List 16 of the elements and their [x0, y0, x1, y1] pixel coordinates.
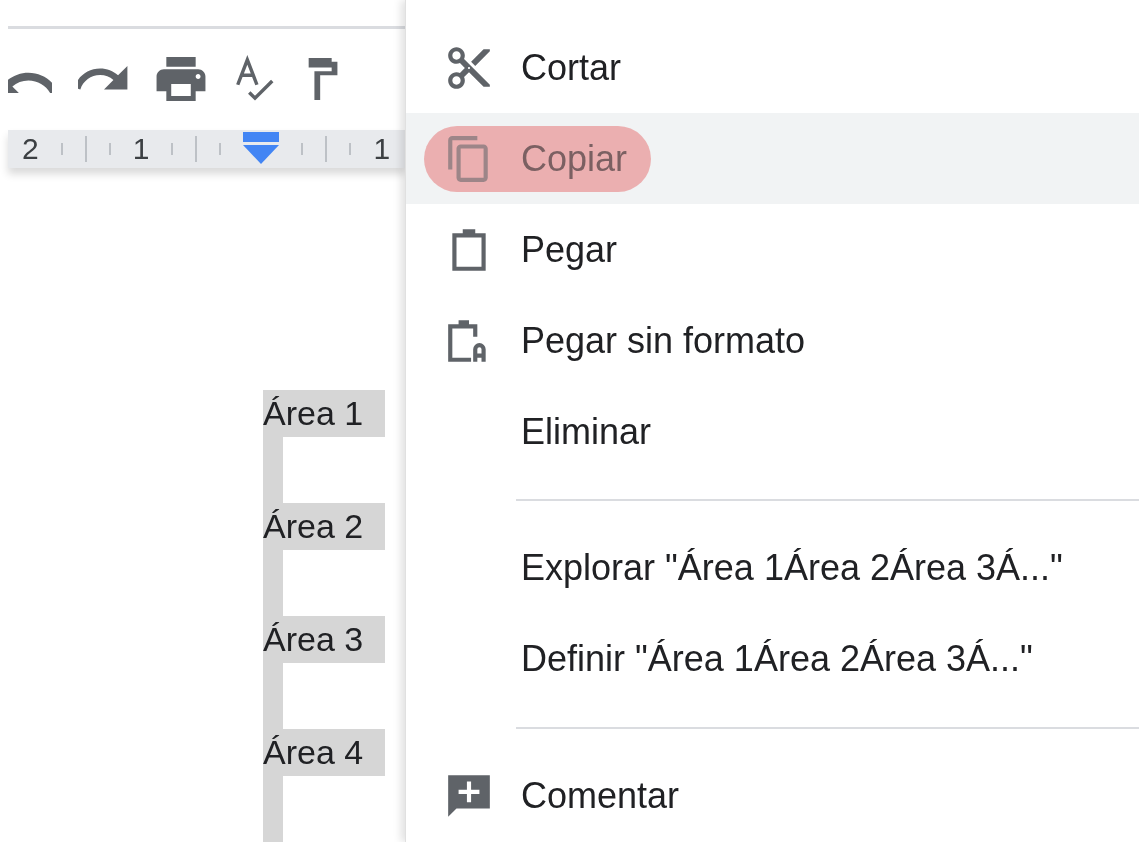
- ruler-number: 1: [373, 131, 391, 166]
- selected-text: Área 4: [263, 729, 386, 776]
- menu-item[interactable]: Comentar: [406, 750, 1139, 842]
- menu-item[interactable]: Pegar: [406, 204, 1139, 295]
- ruler-number: 2: [22, 131, 39, 166]
- indent-marker-icon[interactable]: [243, 131, 280, 166]
- selected-text: Área 3: [263, 616, 386, 663]
- menu-item[interactable]: Definir "Área 1Área 2Área 3Á...": [406, 614, 1139, 705]
- menu-item[interactable]: Cortar: [406, 22, 1139, 113]
- menu-item[interactable]: Pegar sin formato: [406, 295, 1139, 386]
- ruler-number: 1: [132, 131, 150, 166]
- selected-text: Área 2: [263, 503, 386, 550]
- menu-item[interactable]: Eliminar: [406, 386, 1139, 477]
- menu-item[interactable]: Explorar "Área 1Área 2Área 3Á...": [406, 523, 1139, 614]
- selected-text: Área 1: [263, 390, 386, 437]
- print-icon[interactable]: [156, 57, 206, 102]
